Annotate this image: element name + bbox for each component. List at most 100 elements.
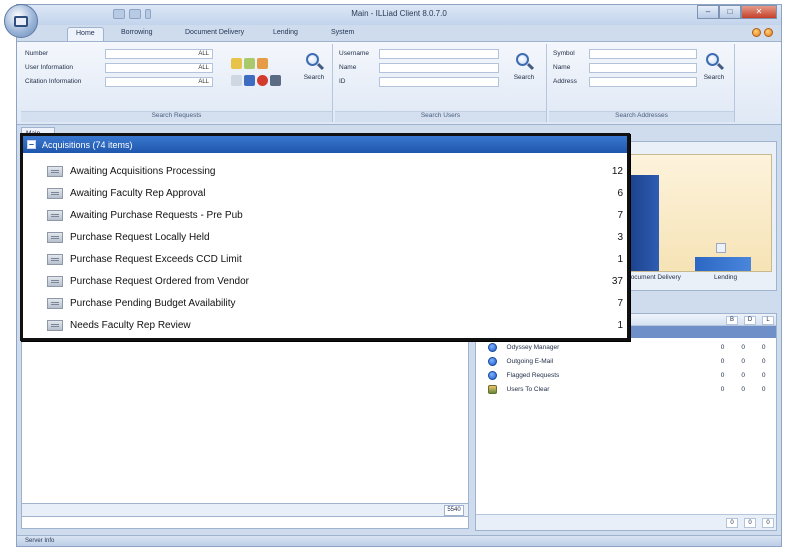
address-name-label: Name [553,64,571,71]
row-b-count: 0 [720,343,725,351]
user-name-input[interactable] [379,62,499,73]
route-icon[interactable] [244,75,255,86]
search-requests-button-label: Search [303,74,325,81]
queue-row[interactable]: Awaiting Faculty Rep Approval 6 [23,182,627,204]
row-b-count: 0 [720,371,725,379]
search-users-button[interactable]: Search [511,52,537,92]
footer-b-total: 0 [726,518,738,528]
queue-row[interactable]: Purchase Request Exceeds CCD Limit 1 [23,248,627,270]
queue-icon [47,253,63,265]
user-information-field-row: User Information ALL [25,62,213,73]
number-field-row: Number ALL [25,48,213,59]
tab-system[interactable]: System [323,27,362,38]
row-d-count: 0 [741,385,745,393]
number-input[interactable]: ALL [105,48,213,59]
user-information-input[interactable]: ALL [105,62,213,73]
queue-label: Purchase Pending Budget Availability [70,297,236,309]
tab-document-delivery[interactable]: Document Delivery [177,27,252,38]
list-item[interactable]: Outgoing E-Mail 0 0 0 [488,354,774,368]
row-l-count: 0 [761,357,766,365]
column-l[interactable]: L [762,316,774,325]
search-requests-button[interactable]: Search [301,52,327,92]
print-icon[interactable] [231,75,242,86]
queue-row[interactable]: Needs Faculty Rep Review 1 [23,314,627,336]
maximize-button[interactable]: □ [719,5,741,19]
list-item[interactable]: Flagged Requests 0 0 0 [488,368,774,382]
citation-information-input[interactable]: ALL [105,76,213,87]
close-button[interactable]: ✕ [741,5,777,19]
info-icon [488,370,497,380]
queue-label: Needs Faculty Rep Review [70,319,191,331]
application-menu-button[interactable] [4,4,38,38]
address-field-row: Address [553,76,697,87]
queue-row[interactable]: Awaiting Acquisitions Processing 12 [23,160,627,182]
window-controls: – □ ✕ [697,5,777,19]
address-input[interactable] [589,76,697,87]
info-icon [488,342,497,352]
note-icon[interactable] [244,58,255,69]
right-queue-panel: B D L Odyssey Manager 0 0 0 Outgoing E-M… [475,313,777,531]
column-d[interactable]: D [744,316,756,325]
id-field-row: ID [339,76,499,87]
form-icon[interactable] [257,58,268,69]
list-item[interactable]: Users To Clear 0 0 0 [488,382,774,396]
tab-borrowing[interactable]: Borrowing [113,27,161,38]
column-b[interactable]: B [726,316,738,325]
number-label: Number [25,50,49,57]
queue-count: 37 [611,275,623,287]
queue-icon [47,165,63,177]
address-name-input[interactable] [589,62,697,73]
row-l-count: 0 [761,385,766,393]
folder-icon[interactable] [231,58,242,69]
queue-label: Awaiting Faculty Rep Approval [70,187,206,199]
minimize-button[interactable]: – [697,5,719,19]
collapse-icon[interactable]: – [27,140,36,149]
user-information-label: User Information [25,64,74,71]
username-input[interactable] [379,48,499,59]
symbol-input[interactable] [589,48,697,59]
id-input[interactable] [379,76,499,87]
row-d-count: 0 [741,343,745,351]
queue-row[interactable]: Purchase Request Ordered from Vendor 37 [23,270,627,292]
magnifier-icon [514,52,535,72]
help-icons [752,28,773,37]
app-logo-icon [14,15,28,27]
user-name-field-row: Name [339,62,499,73]
search-addresses-button[interactable]: Search [701,52,727,92]
chart-area [626,154,772,272]
magnifier-icon [704,52,725,72]
list-item[interactable]: Odyssey Manager 0 0 0 [488,340,774,354]
chart-label-lending: Lending [714,274,738,281]
acquisitions-header-label: Acquisitions (74 items) [42,139,133,150]
footer-l-total: 0 [762,518,774,528]
chart-bar-lending [695,257,751,271]
tab-lending[interactable]: Lending [265,27,306,38]
search-addresses-group: Symbol Name Address Search Search Addres… [549,44,735,122]
stop-icon[interactable] [257,75,268,86]
id-label: ID [339,78,346,85]
info-icon[interactable] [764,28,773,37]
queue-icon [47,231,63,243]
queue-icon [47,319,63,331]
left-panel-count: 5540 [444,505,464,516]
queue-icon [47,209,63,221]
row-l-count: 0 [761,371,766,379]
help-icon[interactable] [752,28,761,37]
queue-row[interactable]: Awaiting Purchase Requests - Pre Pub 7 [23,204,627,226]
chart-label-document-delivery: Document Delivery [626,274,681,281]
symbol-label: Symbol [553,50,575,57]
disk-icon[interactable] [270,75,281,86]
tab-home[interactable]: Home [67,27,104,41]
chart-bar-icon [716,243,726,253]
row-l-count: 0 [761,343,766,351]
queue-count: 1 [617,319,623,331]
acquisitions-header[interactable]: – Acquisitions (74 items) [23,136,627,153]
row-d-count: 0 [741,371,745,379]
queue-row[interactable]: Purchase Request Locally Held 3 [23,226,627,248]
search-requests-group: Number ALL User Information ALL Citation… [21,44,333,122]
magnifier-icon [304,52,325,72]
queue-row[interactable]: Purchase Pending Budget Availability 7 [23,292,627,314]
queue-icon [47,297,63,309]
queue-count: 7 [617,209,623,221]
user-name-label: Name [339,64,357,71]
